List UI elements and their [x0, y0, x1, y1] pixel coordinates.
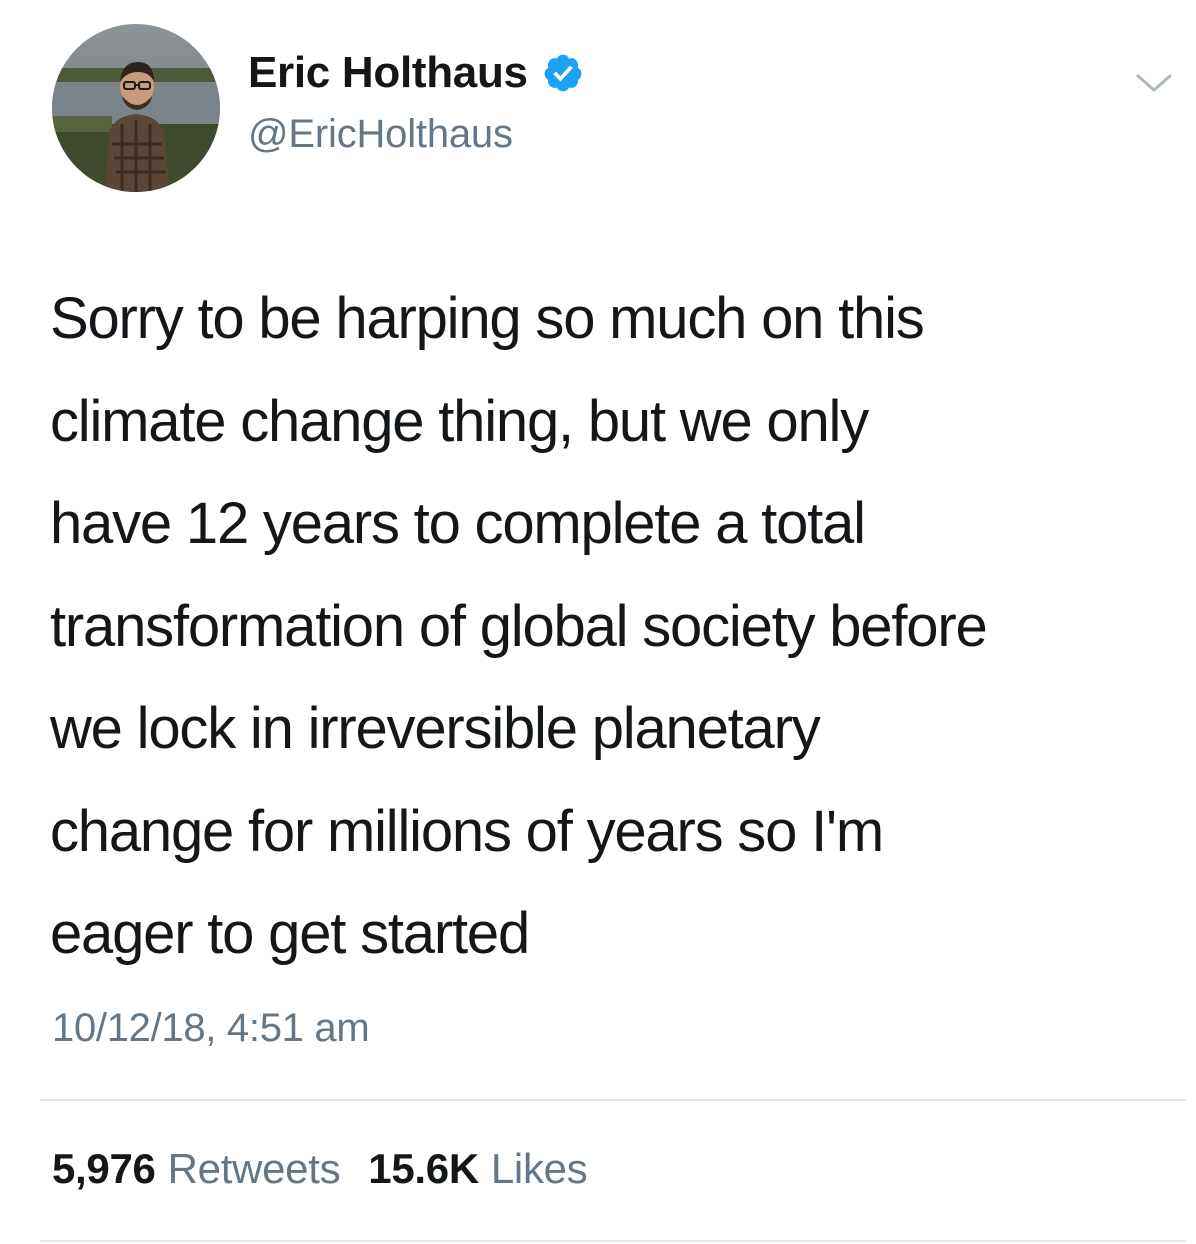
- display-name[interactable]: Eric Holthaus: [248, 48, 528, 98]
- likes-label: Likes: [490, 1145, 588, 1192]
- tweet-text-line: transformation of global society before: [50, 593, 988, 659]
- avatar[interactable]: [52, 24, 220, 192]
- retweets-stat[interactable]: 5,976 Retweets: [52, 1145, 341, 1193]
- tweet-text-line: have 12 years to complete a total: [50, 491, 866, 556]
- handle[interactable]: @EricHolthaus: [248, 112, 584, 157]
- chevron-down-icon[interactable]: [1132, 68, 1176, 98]
- tweet-card: Eric Holthaus @EricHolthaus Sorry to be …: [0, 0, 1196, 1244]
- tweet-text-line: climate change thing, but we only: [50, 388, 869, 454]
- tweet-text-line: we lock in irreversible planetary: [50, 696, 821, 761]
- tweet-text-line: Sorry to be harping so much on this: [50, 286, 925, 351]
- timestamp[interactable]: 10/12/18, 4:51 am: [52, 1006, 370, 1051]
- retweets-label: Retweets: [167, 1145, 341, 1192]
- tweet-text-line: eager to get started: [50, 901, 530, 966]
- likes-count: 15.6K: [368, 1145, 479, 1192]
- verified-badge-icon: [542, 52, 584, 94]
- author-info: Eric Holthaus @EricHolthaus: [248, 44, 584, 157]
- engagement-stats: 5,976 Retweets 15.6K Likes: [52, 1145, 615, 1193]
- likes-stat[interactable]: 15.6K Likes: [368, 1145, 587, 1193]
- divider-bottom: [40, 1240, 1186, 1242]
- tweet-text: Sorry to be harping so much on this clim…: [50, 268, 1180, 986]
- divider: [40, 1099, 1186, 1101]
- name-row: Eric Holthaus: [248, 44, 584, 102]
- tweet-text-line: change for millions of years so I'm: [50, 798, 884, 864]
- retweets-count: 5,976: [52, 1145, 156, 1192]
- avatar-photo: [52, 24, 220, 192]
